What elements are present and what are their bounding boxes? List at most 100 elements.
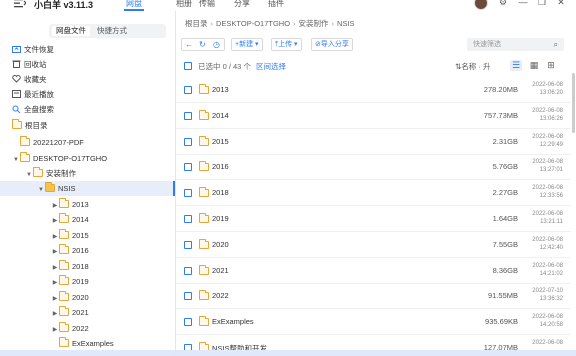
- folder-icon: [59, 198, 69, 208]
- tree-item-desktop[interactable]: ▼ DESKTOP-O17TGHO: [12, 151, 107, 166]
- row-checkbox[interactable]: [184, 292, 192, 301]
- row-checkbox[interactable]: [184, 266, 192, 275]
- file-row[interactable]: ExExamples 935.69KB 2022-06-08 14:20:58: [176, 309, 571, 336]
- file-name[interactable]: 2020: [212, 240, 229, 249]
- file-row[interactable]: 2016 5.76GB 2022-06-08 13:27:01: [176, 154, 571, 181]
- tree-item-2018[interactable]: ▶ 2018: [51, 259, 89, 274]
- tree-item-2013[interactable]: ▶ 2013: [51, 197, 89, 212]
- grid-view-icon[interactable]: ▦: [528, 60, 540, 71]
- file-row[interactable]: 2020 7.55GB 2022-06-08 12:42:40: [176, 232, 571, 258]
- back-icon[interactable]: ←: [185, 39, 193, 50]
- file-name[interactable]: 2015: [212, 137, 229, 146]
- sidebar-item-favorites[interactable]: 收藏夹: [12, 73, 47, 86]
- breadcrumb-item-root[interactable]: 根目录: [185, 19, 208, 28]
- tree-item-2015[interactable]: ▶ 2015: [51, 228, 89, 243]
- file-name[interactable]: 2019: [212, 214, 229, 223]
- tree-item-exexamples[interactable]: ExExamples: [51, 336, 114, 351]
- tree-item-2021[interactable]: ▶ 2021: [51, 305, 89, 320]
- file-row[interactable]: 2022 91.55MB 2022-07-10 13:36:32: [176, 283, 571, 310]
- row-checkbox[interactable]: [184, 111, 192, 120]
- new-button[interactable]: +新建 ▾: [231, 38, 263, 51]
- tree-item-2014[interactable]: ▶ 2014: [51, 212, 89, 227]
- select-all-checkbox[interactable]: [184, 62, 192, 70]
- sidebar-item-search[interactable]: 全盘搜索: [12, 103, 54, 116]
- settings-icon[interactable]: ⚙: [498, 0, 508, 7]
- sidebar-item-file-restore[interactable]: 文件恢复: [12, 43, 54, 56]
- nav-transfer[interactable]: 传输: [199, 0, 215, 9]
- tab-shortcuts[interactable]: 快捷方式: [93, 26, 131, 36]
- file-name[interactable]: 2014: [212, 111, 229, 120]
- tree-item-2022[interactable]: ▶ 2022: [51, 321, 89, 336]
- sort-button[interactable]: ⇅名称 · 升: [455, 61, 490, 72]
- file-date-day: 2022-06-08: [532, 314, 563, 321]
- tree-item-2020[interactable]: ▶ 2020: [51, 290, 89, 305]
- list-view-icon[interactable]: ☰: [510, 60, 522, 71]
- maximize-icon[interactable]: ❐: [537, 0, 547, 7]
- file-row[interactable]: 2019 1.64GB 2022-06-08 13:21:11: [176, 206, 571, 232]
- tree-item-2016[interactable]: ▶ 2016: [51, 243, 89, 258]
- upload-button[interactable]: ⤒上传 ▾: [271, 38, 302, 51]
- import-share-button[interactable]: ⊘导入分享: [311, 38, 353, 51]
- file-row[interactable]: 2013 278.20MB 2022-06-08 13:06:20: [176, 77, 571, 103]
- row-checkbox[interactable]: [184, 240, 192, 249]
- file-row[interactable]: 2015 2.31GB 2022-06-08 12:29:49: [176, 129, 571, 155]
- menu-icon[interactable]: [14, 0, 26, 8]
- chevron-right-icon[interactable]: ▶: [51, 214, 59, 229]
- file-date: 2022-06-08 12:33:56: [532, 184, 563, 200]
- nav-share[interactable]: 分享: [234, 0, 250, 9]
- range-select-link[interactable]: 区间选择: [256, 61, 286, 72]
- sidebar-item-root[interactable]: 根目录: [12, 119, 48, 132]
- row-checkbox[interactable]: [184, 163, 192, 172]
- large-grid-view-icon[interactable]: ⊞: [545, 60, 557, 71]
- sidebar-item-recent[interactable]: 最近播放: [12, 88, 54, 101]
- sidebar-item-label: 最近播放: [24, 90, 54, 99]
- file-row[interactable]: 2014 757.73MB 2022-06-08 13:06:26: [176, 103, 571, 129]
- chevron-down-icon[interactable]: ▼: [12, 153, 20, 168]
- tree-item-label: 2015: [72, 231, 89, 240]
- search-input[interactable]: 快速筛选 ⌕: [467, 38, 564, 51]
- file-size: 1.64GB: [492, 214, 518, 223]
- file-date: 2022-06-08 12:29:49: [532, 133, 563, 149]
- sort-label: 名称 · 升: [461, 62, 491, 71]
- tree-item-install[interactable]: ▼ 安装制作: [25, 166, 76, 181]
- file-name[interactable]: ExExamples: [212, 317, 254, 326]
- breadcrumb-item-nsis[interactable]: NSIS: [337, 19, 355, 28]
- tree-item-2019[interactable]: ▶ 2019: [51, 274, 89, 289]
- nav-plugins[interactable]: 插件: [268, 0, 284, 9]
- search-icon[interactable]: ⌕: [554, 38, 558, 51]
- close-icon[interactable]: ✕: [556, 0, 566, 7]
- minimize-icon[interactable]: —: [518, 0, 528, 7]
- row-checkbox[interactable]: [184, 86, 192, 94]
- sidebar-item-trash[interactable]: 回收站: [12, 58, 47, 71]
- tree-item-label: 2022: [72, 324, 89, 333]
- tree-item-nsis[interactable]: ▼ NSIS: [0, 181, 175, 196]
- history-icon[interactable]: ◷: [213, 39, 220, 50]
- file-name[interactable]: 2016: [212, 162, 229, 171]
- file-row[interactable]: 2018 2.27GB 2022-06-08 12:33:56: [176, 180, 571, 207]
- tab-netdisk-files[interactable]: 网盘文件: [52, 26, 90, 36]
- tree-item-20221207-pdf[interactable]: 20221207-PDF: [12, 135, 84, 150]
- chevron-right-icon[interactable]: ▶: [51, 245, 59, 260]
- file-row[interactable]: 2021 8.36GB 2022-06-08 14:21:02: [176, 258, 571, 284]
- file-name[interactable]: 2021: [212, 266, 229, 275]
- row-checkbox[interactable]: [184, 137, 192, 146]
- file-name[interactable]: 2018: [212, 188, 229, 197]
- chevron-right-icon[interactable]: ▶: [51, 307, 59, 322]
- row-checkbox[interactable]: [184, 318, 192, 327]
- breadcrumb-item-install[interactable]: 安装制作: [299, 19, 329, 28]
- scrollbar[interactable]: [572, 73, 575, 133]
- nav-album[interactable]: 相册: [176, 0, 192, 9]
- file-date: 2022-06-08: [532, 339, 563, 347]
- row-checkbox[interactable]: [184, 189, 192, 198]
- file-name[interactable]: 2022: [212, 291, 229, 300]
- breadcrumb-item-desktop[interactable]: DESKTOP-O17TGHO: [216, 19, 290, 28]
- breadcrumb-separator: ›: [210, 19, 214, 28]
- chevron-right-icon[interactable]: ▶: [51, 276, 59, 291]
- sidebar: 网盘文件 快捷方式 文件恢复 回收站 收藏夹 最近播放 全盘搜索 根目录 202…: [0, 11, 176, 356]
- refresh-icon[interactable]: ↻: [199, 39, 206, 50]
- avatar[interactable]: [474, 0, 488, 10]
- chevron-down-icon[interactable]: ▼: [37, 183, 45, 198]
- file-name[interactable]: 2013: [212, 85, 229, 94]
- nav-netdisk[interactable]: 网盘: [126, 0, 142, 9]
- row-checkbox[interactable]: [184, 215, 192, 223]
